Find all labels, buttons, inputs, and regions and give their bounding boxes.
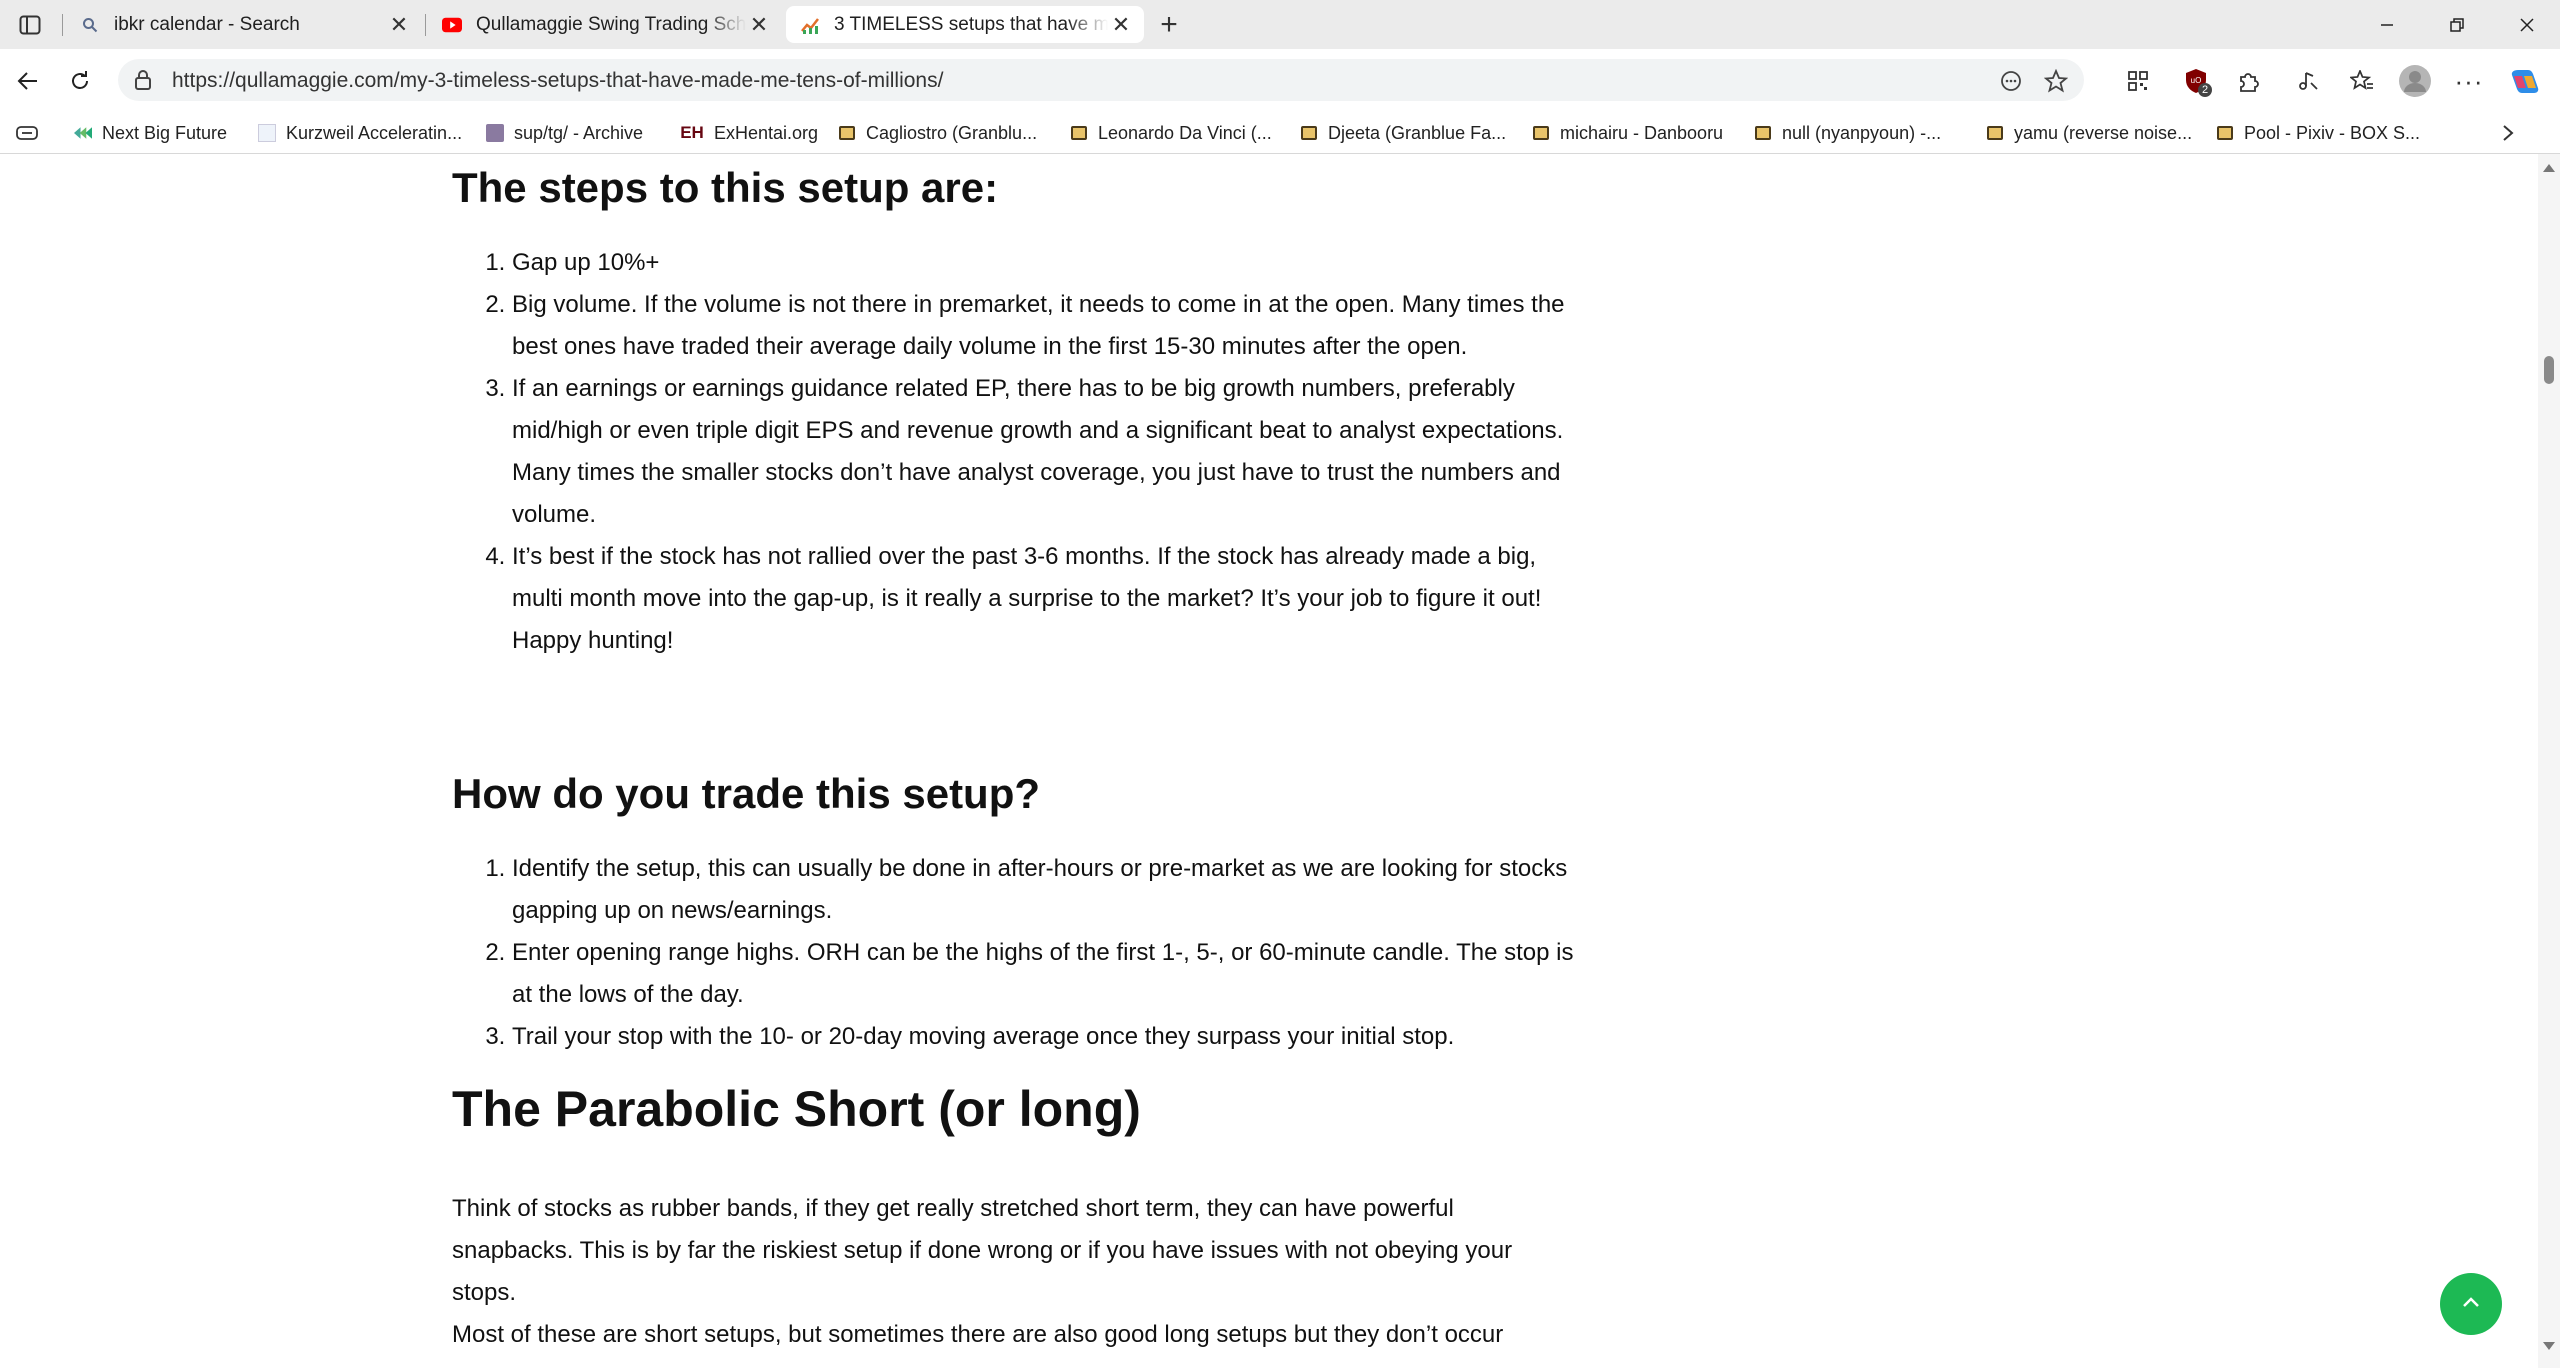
search-icon <box>80 15 100 35</box>
bookmark-item[interactable]: Kurzweil Acceleratin... <box>258 120 462 146</box>
ublock-shield-icon[interactable]: uO 2 <box>2180 65 2213 97</box>
chevron-up-icon <box>2462 1295 2480 1313</box>
list-item: Big volume. If the volume is not there i… <box>512 284 1582 368</box>
youtube-icon <box>442 15 462 35</box>
read-aloud-icon[interactable] <box>2294 67 2322 95</box>
reader-mode-icon[interactable] <box>1998 68 2024 94</box>
folder-icon <box>1986 124 2004 142</box>
chart-favicon <box>800 15 820 35</box>
new-tab-icon[interactable]: + <box>1152 8 1186 41</box>
minimize-icon[interactable] <box>2352 0 2422 49</box>
folder-icon <box>1300 124 1318 142</box>
bookmarks-bar: Next Big Future Kurzweil Acceleratin... … <box>0 113 2560 154</box>
list-item: It’s best if the stock has not rallied o… <box>512 536 1582 662</box>
close-window-icon[interactable] <box>2492 0 2560 49</box>
list-item-text: It’s best if the stock has not rallied o… <box>512 543 1542 612</box>
section-heading: The steps to this setup are: <box>452 164 999 211</box>
tab-title: ibkr calendar - Search <box>114 13 300 35</box>
page-content: The steps to this setup are: Gap up 10%+… <box>0 154 2538 1368</box>
address-bar[interactable]: https://qullamaggie.com/my-3-timeless-se… <box>118 59 2084 101</box>
refresh-icon[interactable] <box>64 65 96 97</box>
scroll-up-arrow-icon[interactable] <box>2542 162 2556 174</box>
scroll-down-arrow-icon[interactable] <box>2542 1340 2556 1352</box>
folder-icon <box>838 124 856 142</box>
tab-youtube[interactable]: Qullamaggie Swing Trading School ✕ <box>428 6 782 43</box>
folder-icon <box>1754 124 1772 142</box>
qr-code-icon[interactable] <box>2124 67 2152 95</box>
section-heading: The Parabolic Short (or long) <box>452 1081 1141 1137</box>
collections-icon[interactable] <box>14 123 40 143</box>
lock-icon[interactable] <box>132 69 154 91</box>
browser-toolbar: https://qullamaggie.com/my-3-timeless-se… <box>0 49 2560 113</box>
trade-steps-list: Identify the setup, this can usually be … <box>452 848 1582 1058</box>
folder-icon <box>2216 124 2234 142</box>
profile-avatar[interactable] <box>2398 64 2432 98</box>
happy-hunting-text: Happy hunting! <box>512 627 674 654</box>
bookmark-folder[interactable]: Leonardo Da Vinci (... <box>1070 120 1272 146</box>
archive-icon <box>486 124 504 142</box>
close-icon[interactable]: ✕ <box>386 12 412 38</box>
more-menu-icon[interactable]: ··· <box>2454 66 2484 96</box>
eh-icon: EH <box>680 123 704 142</box>
extension-badge: 2 <box>2198 83 2213 97</box>
bookmark-folder[interactable]: yamu (reverse noise... <box>1986 120 2192 146</box>
tab-active-article[interactable]: 3 TIMELESS setups that have made me tens… <box>786 6 1144 43</box>
bookmark-item[interactable]: EH ExHentai.org <box>680 120 818 146</box>
restore-icon[interactable] <box>2422 0 2492 49</box>
folder-icon <box>1070 124 1088 142</box>
favorite-star-icon[interactable] <box>2042 67 2070 95</box>
bookmark-folder[interactable]: Pool - Pixiv - BOX S... <box>2216 120 2420 146</box>
paragraph: Think of stocks as rubber bands, if they… <box>452 1195 1513 1306</box>
folder-icon <box>1532 124 1550 142</box>
url-text[interactable]: https://qullamaggie.com/my-3-timeless-se… <box>172 69 943 93</box>
bookmark-folder[interactable]: Djeeta (Granblue Fa... <box>1300 120 1506 146</box>
chevron-right-icon[interactable] <box>2496 121 2520 145</box>
tab-title: Qullamaggie Swing Trading School <box>476 13 746 35</box>
bookmark-item[interactable]: sup/tg/ - Archive <box>486 120 643 146</box>
list-item: Identify the setup, this can usually be … <box>512 848 1582 932</box>
section-heading: How do you trade this setup? <box>452 770 1041 817</box>
close-icon[interactable]: ✕ <box>746 12 772 38</box>
page-icon <box>258 124 276 142</box>
scrollbar-thumb[interactable] <box>2544 356 2554 384</box>
paragraph: Most of these are short setups, but some… <box>452 1321 1504 1348</box>
tab-title: 3 TIMELESS setups that have made me tens… <box>834 13 1108 35</box>
favorites-icon[interactable] <box>2348 67 2376 95</box>
back-to-top-button[interactable] <box>2440 1273 2502 1335</box>
vertical-scrollbar[interactable] <box>2538 154 2560 1368</box>
bookmark-item[interactable]: Next Big Future <box>74 120 227 146</box>
sidebar-toggle-icon[interactable] <box>14 12 46 38</box>
back-icon[interactable] <box>12 65 44 97</box>
list-item: Gap up 10%+ <box>512 242 1582 284</box>
list-item: Enter opening range highs. ORH can be th… <box>512 932 1582 1016</box>
tab-strip: ibkr calendar - Search ✕ Qullamaggie Swi… <box>0 0 2560 49</box>
copilot-icon[interactable] <box>2508 64 2542 98</box>
extensions-puzzle-icon[interactable] <box>2234 67 2262 95</box>
list-item: If an earnings or earnings guidance rela… <box>512 368 1582 536</box>
bookmark-folder[interactable]: michairu - Danbooru <box>1532 120 1723 146</box>
bookmark-folder[interactable]: null (nyanpyoun) -... <box>1754 120 1941 146</box>
setup-steps-list: Gap up 10%+ Big volume. If the volume is… <box>452 242 1582 662</box>
close-icon[interactable]: ✕ <box>1108 12 1134 38</box>
bookmark-folder[interactable]: Cagliostro (Granblu... <box>838 120 1037 146</box>
nbf-icon <box>74 124 92 142</box>
tab-search[interactable]: ibkr calendar - Search ✕ <box>66 6 422 43</box>
list-item: Trail your stop with the 10- or 20-day m… <box>512 1016 1582 1058</box>
